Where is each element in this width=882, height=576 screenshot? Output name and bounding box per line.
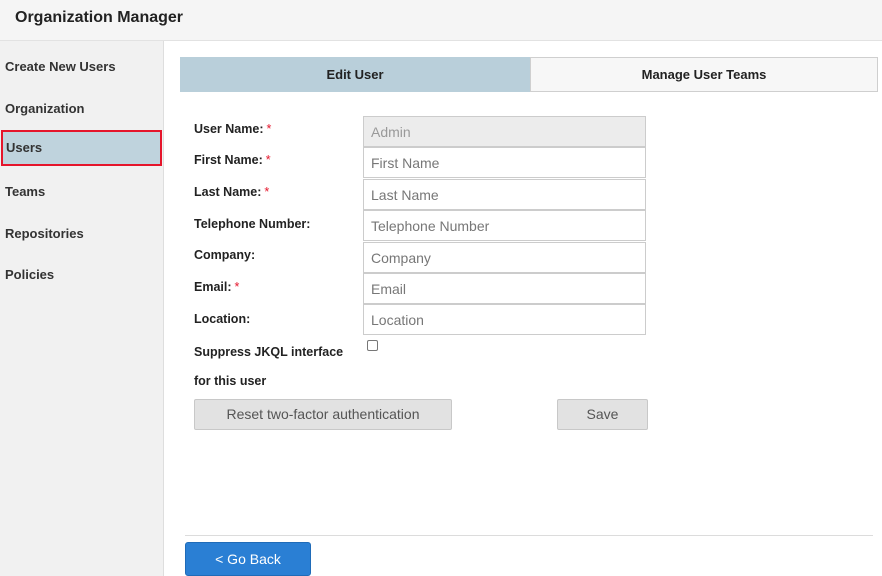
sidebar-item-organization[interactable]: Organization: [0, 91, 163, 127]
sidebar-item-policies[interactable]: Policies: [0, 257, 163, 293]
footer-divider: [185, 535, 873, 536]
save-button[interactable]: Save: [557, 399, 648, 430]
tab-bar: Edit User Manage User Teams: [180, 57, 878, 92]
first-name-label: First Name: *: [194, 153, 271, 167]
required-marker: *: [264, 185, 270, 199]
go-back-button[interactable]: < Go Back: [185, 542, 311, 576]
sidebar-item-users[interactable]: Users: [1, 130, 162, 166]
sidebar-item-create-new-users[interactable]: Create New Users: [0, 49, 163, 85]
telephone-number-field[interactable]: [363, 210, 646, 241]
required-marker: *: [265, 153, 271, 167]
user-name-label: User Name: *: [194, 122, 272, 136]
required-marker: *: [234, 280, 240, 294]
suppress-jkql-checkbox[interactable]: [367, 340, 378, 351]
sidebar-item-repositories[interactable]: Repositories: [0, 216, 163, 252]
telephone-number-label: Telephone Number:: [194, 217, 311, 231]
suppress-jkql-label: Suppress JKQL interface: [194, 345, 344, 359]
reset-two-factor-button[interactable]: Reset two-factor authentication: [194, 399, 452, 430]
sidebar: Create New Users Organization Users Team…: [0, 41, 164, 576]
first-name-field[interactable]: [363, 147, 646, 178]
last-name-field[interactable]: [363, 179, 646, 210]
sidebar-item-teams[interactable]: Teams: [0, 174, 163, 210]
user-name-field[interactable]: [363, 116, 646, 147]
location-label: Location:: [194, 312, 251, 326]
tab-manage-user-teams[interactable]: Manage User Teams: [530, 57, 878, 92]
company-label: Company:: [194, 248, 256, 262]
suppress-jkql-label-continued: for this user: [194, 374, 267, 388]
location-field[interactable]: [363, 304, 646, 335]
last-name-label: Last Name: *: [194, 185, 270, 199]
email-label: Email: *: [194, 280, 240, 294]
company-field[interactable]: [363, 242, 646, 273]
required-marker: *: [266, 122, 272, 136]
app-title-bar: Organization Manager: [0, 0, 882, 41]
tab-edit-user[interactable]: Edit User: [180, 57, 530, 92]
email-field[interactable]: [363, 273, 646, 304]
app-title: Organization Manager: [15, 9, 184, 26]
